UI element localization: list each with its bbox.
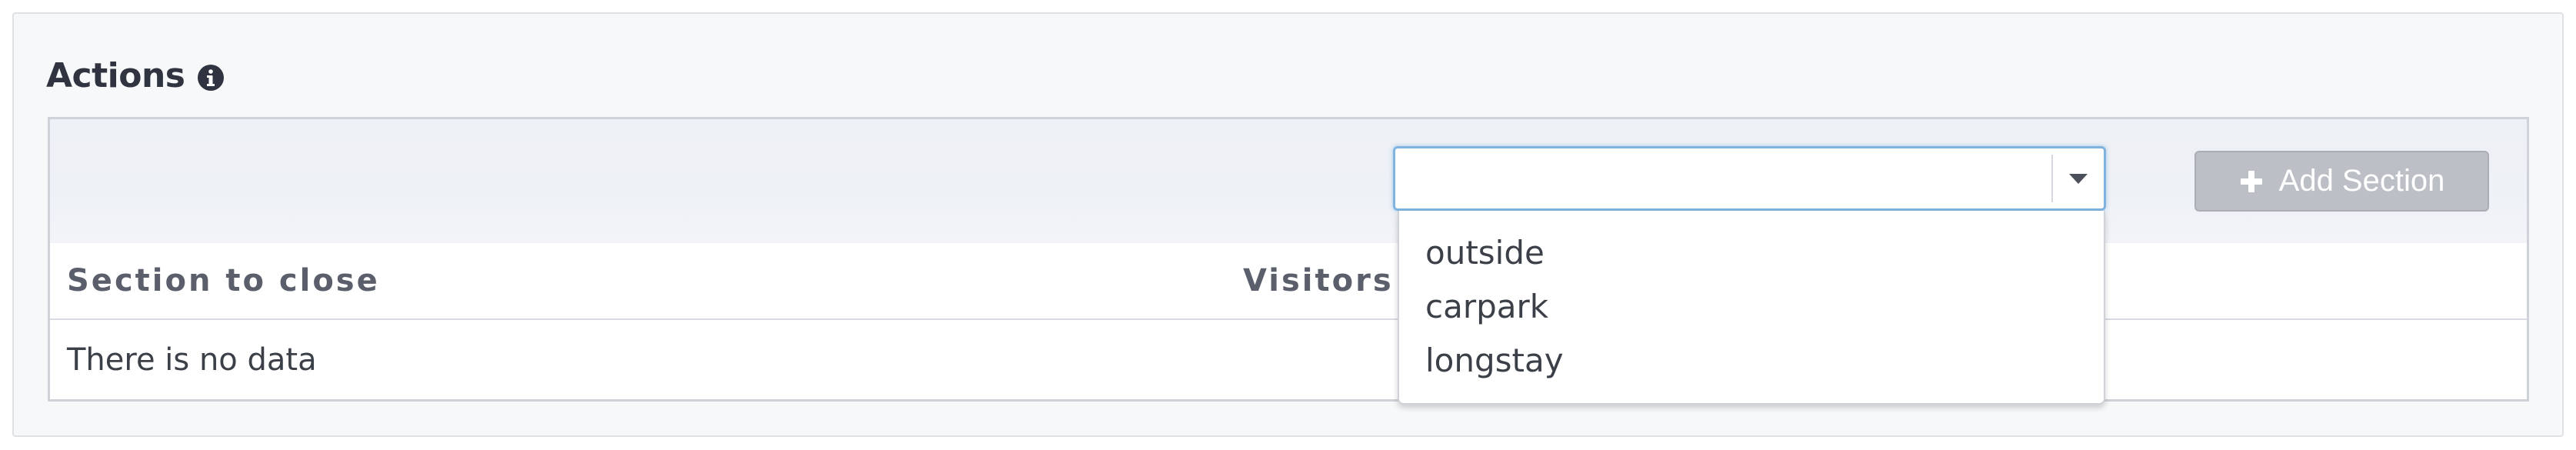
caret-down-icon[interactable] — [2067, 168, 2090, 188]
toolbar — [50, 119, 2527, 243]
column-header-section-to-close: Section to close — [67, 263, 380, 298]
actions-card: Section to close Visitors There is no da… — [48, 117, 2529, 402]
empty-table-row: There is no data — [50, 320, 2527, 400]
dropdown-option-outside[interactable]: outside — [1399, 226, 2104, 280]
section-select[interactable] — [1393, 146, 2106, 211]
section-select-dropdown: outside carpark longstay — [1398, 211, 2105, 405]
panel-header: Actions — [46, 51, 225, 100]
select-divider — [2051, 155, 2053, 202]
empty-message: There is no data — [67, 342, 317, 378]
add-section-button[interactable]: Add Section — [2194, 151, 2489, 212]
info-icon[interactable] — [196, 63, 225, 92]
dropdown-option-longstay[interactable]: longstay — [1399, 334, 2104, 388]
add-section-label: Add Section — [2278, 164, 2445, 198]
panel-title: Actions — [46, 55, 185, 95]
plus-icon — [2239, 169, 2264, 194]
column-header-visitors: Visitors — [1243, 263, 1394, 298]
dropdown-option-carpark[interactable]: carpark — [1399, 280, 2104, 334]
table-header: Section to close Visitors — [50, 243, 2527, 320]
